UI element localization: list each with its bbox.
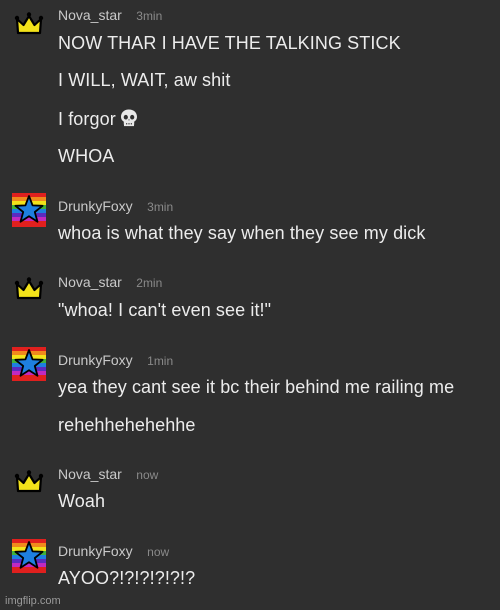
timestamp: 2min — [136, 276, 163, 290]
timestamp: 3min — [147, 200, 174, 214]
timestamp: now — [147, 545, 170, 559]
username[interactable]: Nova_star — [58, 466, 122, 482]
skull-icon — [120, 109, 137, 127]
rainbow-star-icon — [12, 347, 46, 381]
timestamp: 3min — [136, 9, 163, 23]
watermark: imgflip.com — [5, 595, 61, 607]
message-header: DrunkyFoxy 1min — [58, 352, 173, 370]
username[interactable]: Nova_star — [58, 274, 122, 290]
avatar[interactable] — [12, 6, 46, 40]
message-text: I forgor — [58, 109, 116, 129]
message-text: "whoa! I can't even see it!" — [58, 300, 272, 320]
message-text: Woah — [58, 491, 106, 511]
message-text: NOW THAR I HAVE THE TALKING STICK — [58, 33, 401, 53]
avatar[interactable] — [12, 193, 46, 227]
crown-icon — [12, 464, 46, 498]
timestamp: now — [136, 468, 159, 482]
avatar[interactable] — [12, 271, 46, 305]
message-line-with-emoji: I forgor — [58, 108, 139, 130]
message-header: Nova_star now — [58, 466, 158, 484]
username[interactable]: DrunkyFoxy — [58, 198, 133, 214]
message-header: Nova_star 2min — [58, 274, 162, 292]
message-text: AYOO?!?!?!?!?!? — [58, 568, 196, 588]
message-header: DrunkyFoxy now — [58, 543, 169, 561]
crown-icon — [12, 271, 46, 305]
username[interactable]: DrunkyFoxy — [58, 543, 133, 559]
message-header: Nova_star 3min — [58, 7, 162, 25]
avatar[interactable] — [12, 464, 46, 498]
username[interactable]: DrunkyFoxy — [58, 352, 133, 368]
rainbow-star-icon — [12, 539, 46, 573]
message-header: DrunkyFoxy 3min — [58, 198, 173, 216]
crown-icon — [12, 6, 46, 40]
timestamp: 1min — [147, 354, 174, 368]
message-text: I WILL, WAIT, aw shit — [58, 70, 231, 90]
message-text: WHOA — [58, 146, 115, 166]
chat-log: Nova_star 3min NOW THAR I HAVE THE TALKI… — [0, 0, 500, 610]
message-text: rehehhehehehhe — [58, 415, 196, 435]
avatar[interactable] — [12, 347, 46, 381]
rainbow-star-icon — [12, 193, 46, 227]
avatar[interactable] — [12, 539, 46, 573]
username[interactable]: Nova_star — [58, 7, 122, 23]
message-text: whoa is what they say when they see my d… — [58, 223, 426, 243]
message-text: yea they cant see it bc their behind me … — [58, 377, 455, 397]
